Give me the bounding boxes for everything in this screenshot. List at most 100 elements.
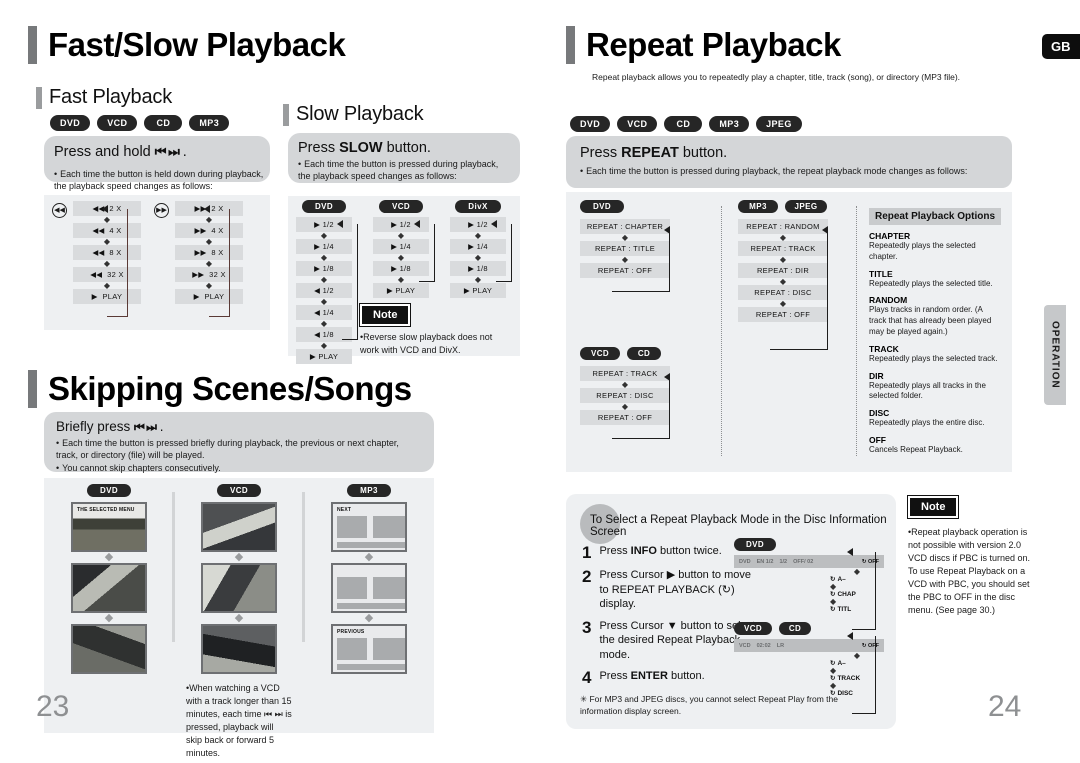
vcd-skip-note: •When watching a VCD with a track longer…: [186, 683, 292, 759]
repeat-instruction-title: Press REPEAT button.: [580, 145, 728, 161]
repeat-options-panel: Repeat Playback Options CHAPTER Repeated…: [869, 208, 1001, 456]
slow-vcd-loop: [419, 224, 435, 282]
chip-vcd: VCD: [97, 115, 138, 131]
repeat-note: Note •Repeat playback operation is not p…: [906, 495, 1036, 617]
chip-dvd: DVD: [570, 116, 611, 132]
slow-vcd-loop-arrow: [414, 220, 420, 228]
slow-playback-flow-area: DVD ▶ 1/2 ◆ ▶ 1/4 ◆ ▶ 1/8 ◆ ◀ 1/2 ◆ ◀ 1/…: [288, 196, 520, 364]
fast-playback-heading: Fast Playback: [36, 86, 172, 109]
skip-example-mp3: MP3 NEXT ◆ ◆ PREVIOUS: [314, 484, 424, 674]
section-accent-bar: [283, 103, 289, 126]
procedure-header: To Select a Repeat Playback Mode in the …: [590, 514, 887, 538]
page-title-skipping: Skipping Scenes/Songs: [48, 370, 412, 407]
repeat-disc-chips: DVD VCD CD MP3 JPEG: [570, 116, 802, 132]
flow-dotted-divider: [856, 206, 857, 456]
slow-step: ▶ PLAY: [373, 283, 429, 298]
chip-vcd: VCD: [580, 347, 620, 360]
fast-instruction-title: Press and hold ⏮ ⏭ .: [54, 144, 187, 160]
chip-mp3: MP3: [347, 484, 391, 497]
fast-playback-disc-chips: DVD VCD CD MP3: [50, 115, 230, 131]
note-label: Note: [358, 303, 412, 327]
title-accent-bar: [566, 26, 575, 64]
fast-rev-loop-arrow: [102, 205, 108, 213]
option-item: TITLE Repeatedly plays the selected titl…: [869, 268, 993, 288]
tv-thumbnail: [71, 624, 147, 674]
chip-dvd: DVD: [302, 200, 346, 213]
slow-flow-vcd: VCD ▶ 1/2 ◆ ▶ 1/4 ◆ ▶ 1/8 ◆ ▶ PLAY: [373, 200, 435, 298]
flow-arrow: ◆: [234, 612, 244, 624]
repeat-mp3-loop: [770, 230, 828, 350]
repeat-mp3-loop-arrow: [822, 226, 828, 234]
flow-arrow: ◆: [234, 551, 244, 563]
chip-vcd: VCD: [617, 116, 658, 132]
note-label: Note: [906, 495, 960, 519]
repeat-vcd-loop: [612, 377, 670, 439]
repeat-dvd-loop: [612, 230, 670, 292]
skipping-title: Skipping Scenes/Songs: [28, 370, 412, 408]
slow-playback-label: Slow Playback: [296, 103, 424, 125]
repeat-instruction-panel: Press REPEAT button. • Each time the butt…: [566, 136, 1012, 188]
title-accent-bar: [28, 26, 37, 64]
fast-fwd-loop-arrow: [204, 205, 210, 213]
option-item: OFF Cancels Repeat Playback.: [869, 434, 963, 454]
tv-thumbnail: NEXT: [331, 502, 407, 552]
language-badge: GB: [1042, 34, 1080, 59]
side-tab-operation: OPERATION: [1044, 305, 1066, 405]
flow-arrow: ◆: [364, 551, 374, 563]
flow-arrow: ◆: [364, 612, 374, 624]
slow-flow-divx: DivX ▶ 1/2 ◆ ▶ 1/4 ◆ ▶ 1/8 ◆ ▶ PLAY: [450, 200, 512, 298]
osd-dvd-example: DVD DVD EN 1/2 1/2 OFF/ 02 ↻ OFF ◆ ↻ A– …: [734, 538, 884, 630]
chip-dvd: DVD: [580, 200, 624, 213]
left-page-title: Fast/Slow Playback: [28, 26, 346, 64]
flow-arrow: ◆: [104, 551, 114, 563]
skip-icons: ⏮ ⏭: [134, 420, 157, 434]
options-header: Repeat Playback Options: [869, 208, 1001, 225]
repeat-flow-mp3-jpeg: MP3 JPEG REPEAT : RANDOM ◆ REPEAT : TRAC…: [738, 200, 828, 350]
tv-caption: THE SELECTED MENU: [77, 507, 135, 513]
skip-example-dvd: DVD THE SELECTED MENU ◆ ◆: [54, 484, 164, 674]
flow-dotted-divider: [721, 206, 722, 456]
procedure-panel: To Select a Repeat Playback Mode in the …: [566, 494, 896, 729]
tv-thumbnail: [331, 563, 407, 613]
skipping-instruction-title: Briefly press ⏮ ⏭ .: [56, 419, 164, 434]
chip-divx: DivX: [455, 200, 501, 213]
repeat-subtitle: Repeat playback allows you to repeatedly…: [592, 72, 961, 82]
chip-jpeg: JPEG: [756, 116, 802, 132]
tv-thumbnail: PREVIOUS: [331, 624, 407, 674]
osd-vcd-loop: [852, 636, 876, 714]
fast-reverse-flow: ◀◀ ◀◀ 2 X ◆ ◀◀ 4 X ◆ ◀◀ 8 X ◆ ◀◀ 32 X ◆ …: [52, 201, 141, 317]
skip-icons: ⏮ ⏭: [154, 144, 180, 159]
tv-caption: PREVIOUS: [337, 629, 365, 635]
fast-instruction-bullet: • Each time the button is held down durin…: [54, 169, 264, 192]
repeat-dvd-loop-arrow: [664, 226, 670, 234]
chip-mp3: MP3: [709, 116, 750, 132]
slow-dvd-loop: [342, 224, 358, 340]
slow-step: ▶ PLAY: [296, 349, 352, 364]
chip-vcd: VCD: [217, 484, 261, 497]
chip-cd: CD: [144, 115, 183, 131]
slow-playback-heading: Slow Playback: [283, 103, 424, 126]
skipping-examples-area: DVD THE SELECTED MENU ◆ ◆ VCD ◆ ◆ •When …: [44, 478, 434, 758]
page-title-left: Fast/Slow Playback: [48, 26, 346, 63]
option-item: TRACK Repeatedly plays the selected trac…: [869, 343, 998, 363]
chip-vcd: VCD: [379, 200, 423, 213]
chip-mp3: MP3: [189, 115, 230, 131]
chip-mp3: MP3: [738, 200, 778, 213]
osd-vcd-example: VCD CD VCD 02:02 LR ↻ OFF ◆ ↻ A– ◆ ↻ TRA…: [734, 622, 884, 714]
slow-instruction-title: Press SLOW button.: [298, 140, 431, 156]
slow-step: ▶ PLAY: [450, 283, 506, 298]
skipping-instruction-panel: Briefly press ⏮ ⏭ . • Each time the butto…: [44, 412, 434, 473]
slow-note: Note •Reverse slow playback does not wor…: [358, 303, 500, 357]
column-divider: [302, 492, 305, 642]
fastforward-button-icon: ▶▶: [154, 203, 169, 218]
slow-playback-instruction-panel: Press SLOW button. • Each time the button…: [288, 133, 520, 183]
fast-playback-label: Fast Playback: [49, 86, 173, 108]
chip-jpeg: JPEG: [785, 200, 827, 213]
fast-forward-flow: ▶▶ ▶▶ 2 X ◆ ▶▶ 4 X ◆ ▶▶ 8 X ◆ ▶▶ 32 X ◆ …: [154, 201, 243, 317]
tv-thumbnail: THE SELECTED MENU: [71, 502, 147, 552]
rewind-button-icon: ◀◀: [52, 203, 67, 218]
chip-dvd: DVD: [87, 484, 131, 497]
column-divider: [172, 492, 175, 642]
slow-dvd-loop-arrow: [337, 220, 343, 228]
tv-thumbnail: [201, 563, 277, 613]
